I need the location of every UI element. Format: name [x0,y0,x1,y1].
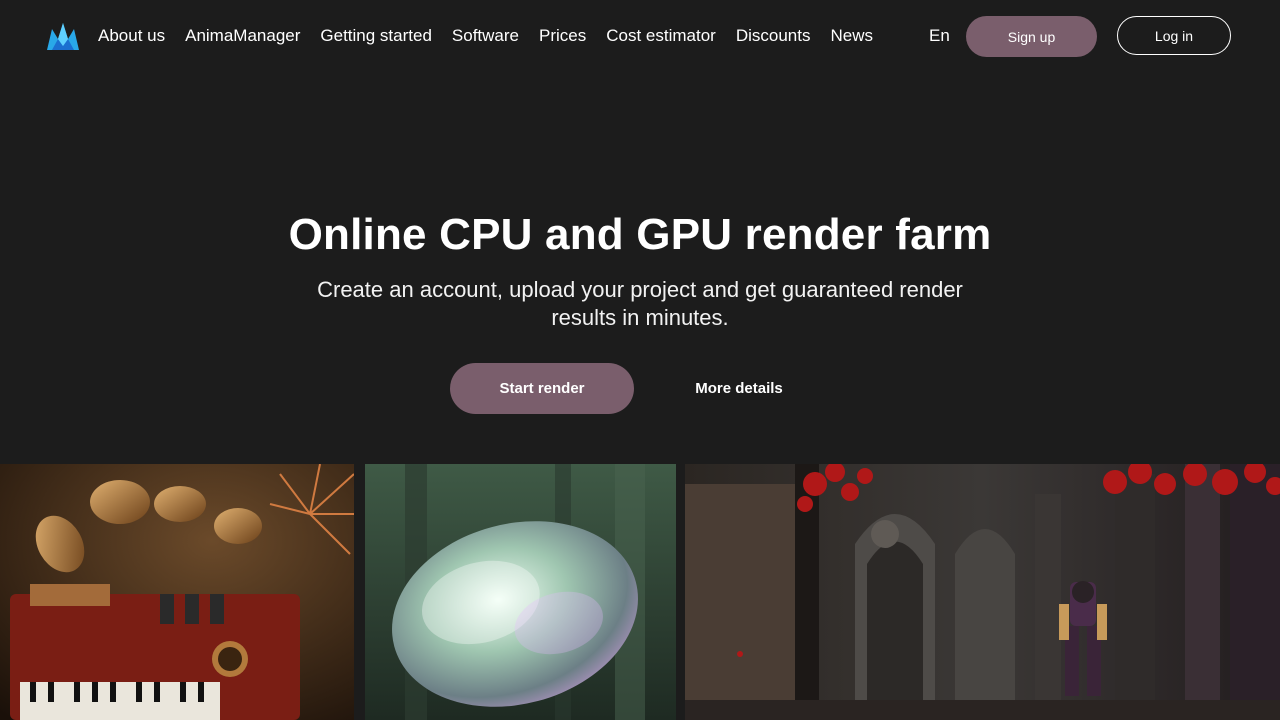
anima-logo-icon[interactable] [47,21,79,52]
gallery-image-cathedral [685,464,1280,720]
language-switcher[interactable]: En [929,24,950,48]
gallery-image-steampunk [0,464,354,720]
more-details-button[interactable]: More details [680,363,798,414]
hero-title: Online CPU and GPU render farm [288,210,992,259]
nav-about-us[interactable]: About us [88,24,175,48]
nav-animamanager[interactable]: AnimaManager [175,24,310,48]
nav-cost-estimator[interactable]: Cost estimator [596,24,726,48]
page: About us AnimaManager Getting started So… [0,0,1280,720]
nav-software[interactable]: Software [442,24,529,48]
site-header: About us AnimaManager Getting started So… [0,0,1280,72]
signup-button[interactable]: Sign up [966,16,1097,57]
start-render-button[interactable]: Start render [450,363,634,414]
gallery-image-crystal [365,464,676,720]
main-nav: About us AnimaManager Getting started So… [88,24,883,48]
login-button[interactable]: Log in [1117,16,1231,55]
nav-getting-started[interactable]: Getting started [310,24,442,48]
nav-discounts[interactable]: Discounts [726,24,821,48]
nav-news[interactable]: News [820,24,883,48]
nav-prices[interactable]: Prices [529,24,596,48]
hero-subtitle: Create an account, upload your project a… [317,277,963,330]
